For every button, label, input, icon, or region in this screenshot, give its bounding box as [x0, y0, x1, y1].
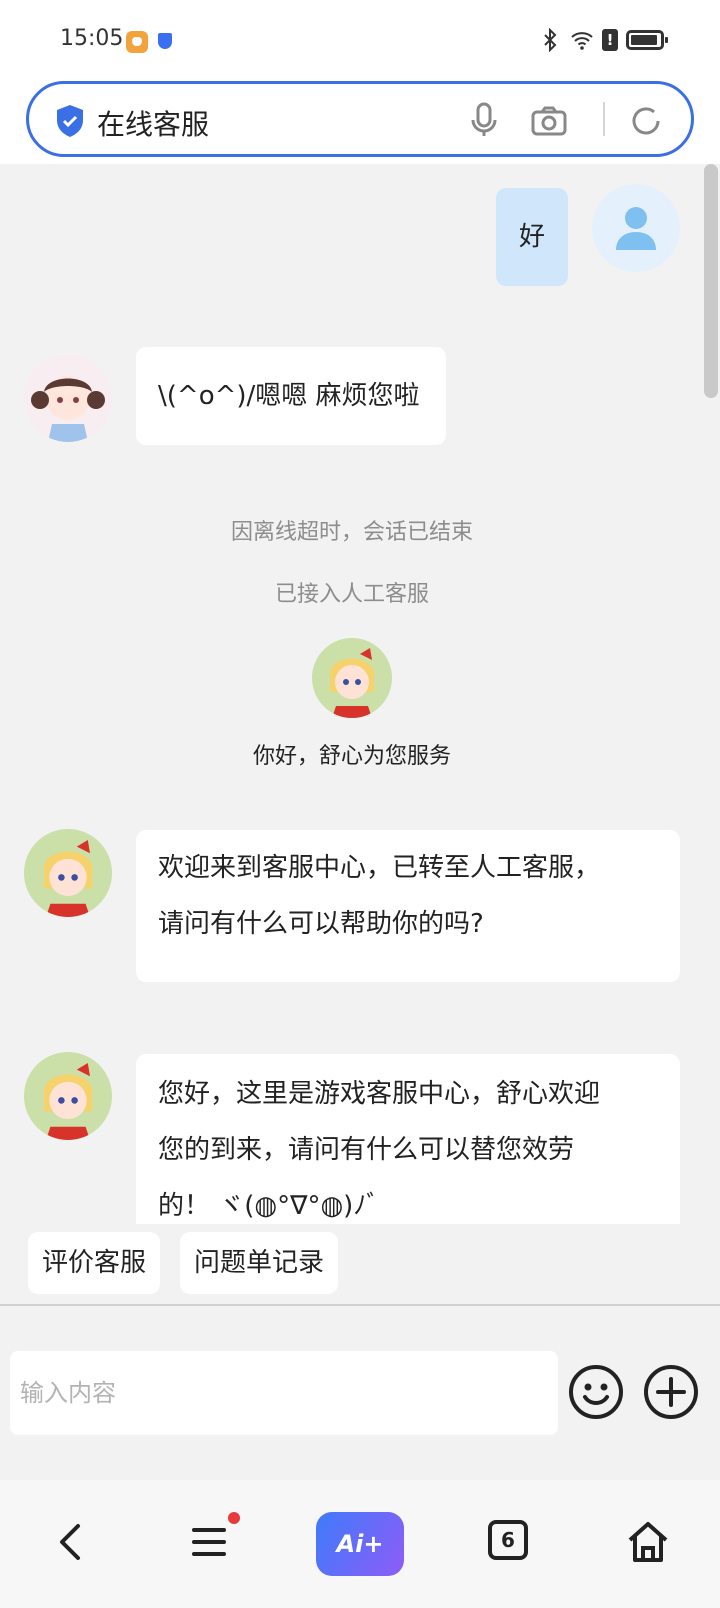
message-line: 您的到来，请问有什么可以替您效劳 [158, 1135, 575, 1165]
agent-avatar-3[interactable] [24, 1052, 112, 1140]
ai-assistant-button[interactable]: Ai+ [316, 1512, 404, 1576]
ticket-records-button[interactable]: 问题单记录 [180, 1232, 339, 1294]
message-line: 您好，这里是游戏客服中心，舒心欢迎 [158, 1079, 601, 1109]
message-line: 欢迎来到客服中心，已转至人工客服， [158, 853, 601, 883]
camera-icon[interactable] [531, 106, 567, 136]
message-line: 请问有什么可以帮助你的吗? [158, 909, 484, 939]
refresh-icon[interactable] [629, 104, 663, 138]
status-time: 15:05 [60, 26, 124, 51]
plus-icon[interactable] [643, 1364, 699, 1420]
system-message-ended: 因离线超时，会话已结束 [230, 520, 473, 545]
back-icon[interactable] [48, 1518, 96, 1566]
user-message: 好 [496, 188, 568, 286]
mic-icon[interactable] [469, 102, 499, 138]
chat-page: 15:05 ! 在线客服 好 \(^o^)/嗯嗯 麻烦您啦 因离线超时，会话已结… [0, 0, 720, 1608]
agent-avatar-2[interactable] [24, 829, 112, 917]
bottom-nav: Ai+ 6 [0, 1480, 720, 1608]
notification-dot [228, 1512, 240, 1524]
status-bar: 15:05 ! [0, 0, 720, 78]
wifi-icon [571, 32, 593, 50]
tabs-button[interactable]: 6 [488, 1520, 528, 1560]
message-input[interactable] [10, 1351, 558, 1435]
home-icon[interactable] [624, 1518, 672, 1566]
agent-message-2: 欢迎来到客服中心，已转至人工客服， 请问有什么可以帮助你的吗? [136, 830, 680, 982]
rate-service-button[interactable]: 评价客服 [28, 1232, 161, 1294]
status-icons: ! [538, 28, 668, 52]
divider [603, 102, 605, 136]
user-avatar[interactable] [592, 184, 680, 272]
anime-avatar [24, 829, 112, 917]
scrollbar[interactable] [704, 164, 718, 398]
notification-app-icon [126, 31, 148, 53]
emoji-icon[interactable] [568, 1364, 624, 1420]
service-agent-avatar [312, 638, 392, 718]
input-bar [0, 1306, 720, 1476]
verified-shield-icon [57, 105, 83, 137]
anime-avatar [312, 638, 392, 718]
menu-icon[interactable] [186, 1518, 234, 1566]
message-line: 的！ ヾ(◍°∇°◍)ﾉﾞ [158, 1191, 380, 1221]
page-title: 在线客服 [97, 108, 210, 141]
alert-icon: ! [602, 29, 618, 51]
anime-avatar [24, 1052, 112, 1140]
agent-greeting: 你好，舒心为您服务 [252, 744, 451, 769]
user-icon [616, 207, 656, 250]
agent-message-1: \(^o^)/嗯嗯 麻烦您啦 [136, 347, 446, 445]
battery-icon [626, 30, 668, 50]
security-icon [158, 33, 172, 49]
agent-avatar-1[interactable] [24, 354, 112, 442]
chat-area[interactable]: 好 \(^o^)/嗯嗯 麻烦您啦 因离线超时，会话已结束 已接入人工客服 你好，… [0, 164, 720, 1224]
bluetooth-icon [544, 28, 557, 52]
system-message-connected: 已接入人工客服 [274, 582, 429, 607]
title-bar: 在线客服 [0, 78, 720, 164]
address-bar[interactable]: 在线客服 [26, 81, 694, 157]
agent-message-3: 您好，这里是游戏客服中心，舒心欢迎 您的到来，请问有什么可以替您效劳 的！ ヾ(… [136, 1054, 680, 1224]
anime-avatar [24, 354, 112, 442]
